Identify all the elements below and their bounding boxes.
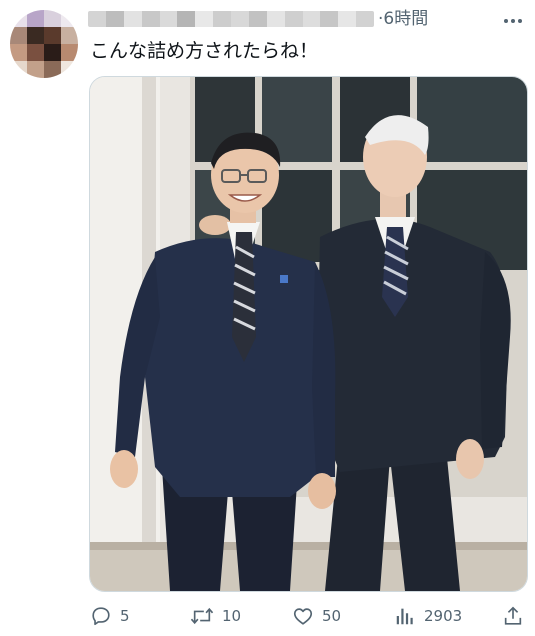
tweet-timestamp[interactable]: ·6時間	[378, 8, 428, 30]
heart-icon	[293, 608, 313, 625]
share-icon	[504, 606, 522, 625]
retweet-count: 10	[222, 607, 242, 625]
reply-icon	[92, 607, 110, 626]
avatar[interactable]	[10, 10, 78, 78]
reply-button[interactable]: 5	[90, 604, 130, 628]
share-button[interactable]	[502, 604, 524, 628]
author-name-redacted[interactable]	[88, 11, 374, 27]
tweet-photo[interactable]	[89, 76, 528, 592]
reply-count: 5	[120, 607, 130, 625]
retweet-button[interactable]: 10	[190, 604, 241, 628]
like-count: 50	[322, 607, 342, 625]
like-button[interactable]: 50	[292, 604, 341, 628]
tweet-actions: 5 10 50 2903	[0, 600, 535, 632]
views-chart-icon	[396, 608, 413, 625]
views-button[interactable]: 2903	[394, 604, 462, 628]
tweet-header: ·6時間	[88, 8, 528, 30]
tweet-text: こんな詰め方されたらね！	[90, 40, 319, 62]
retweet-icon	[190, 607, 214, 625]
more-horizontal-icon	[504, 19, 508, 23]
view-count: 2903	[424, 607, 463, 625]
more-options-button[interactable]	[500, 12, 526, 30]
tweet-card[interactable]: ·6時間 こんな詰め方されたらね！ 5 10 50 2903	[0, 0, 535, 636]
